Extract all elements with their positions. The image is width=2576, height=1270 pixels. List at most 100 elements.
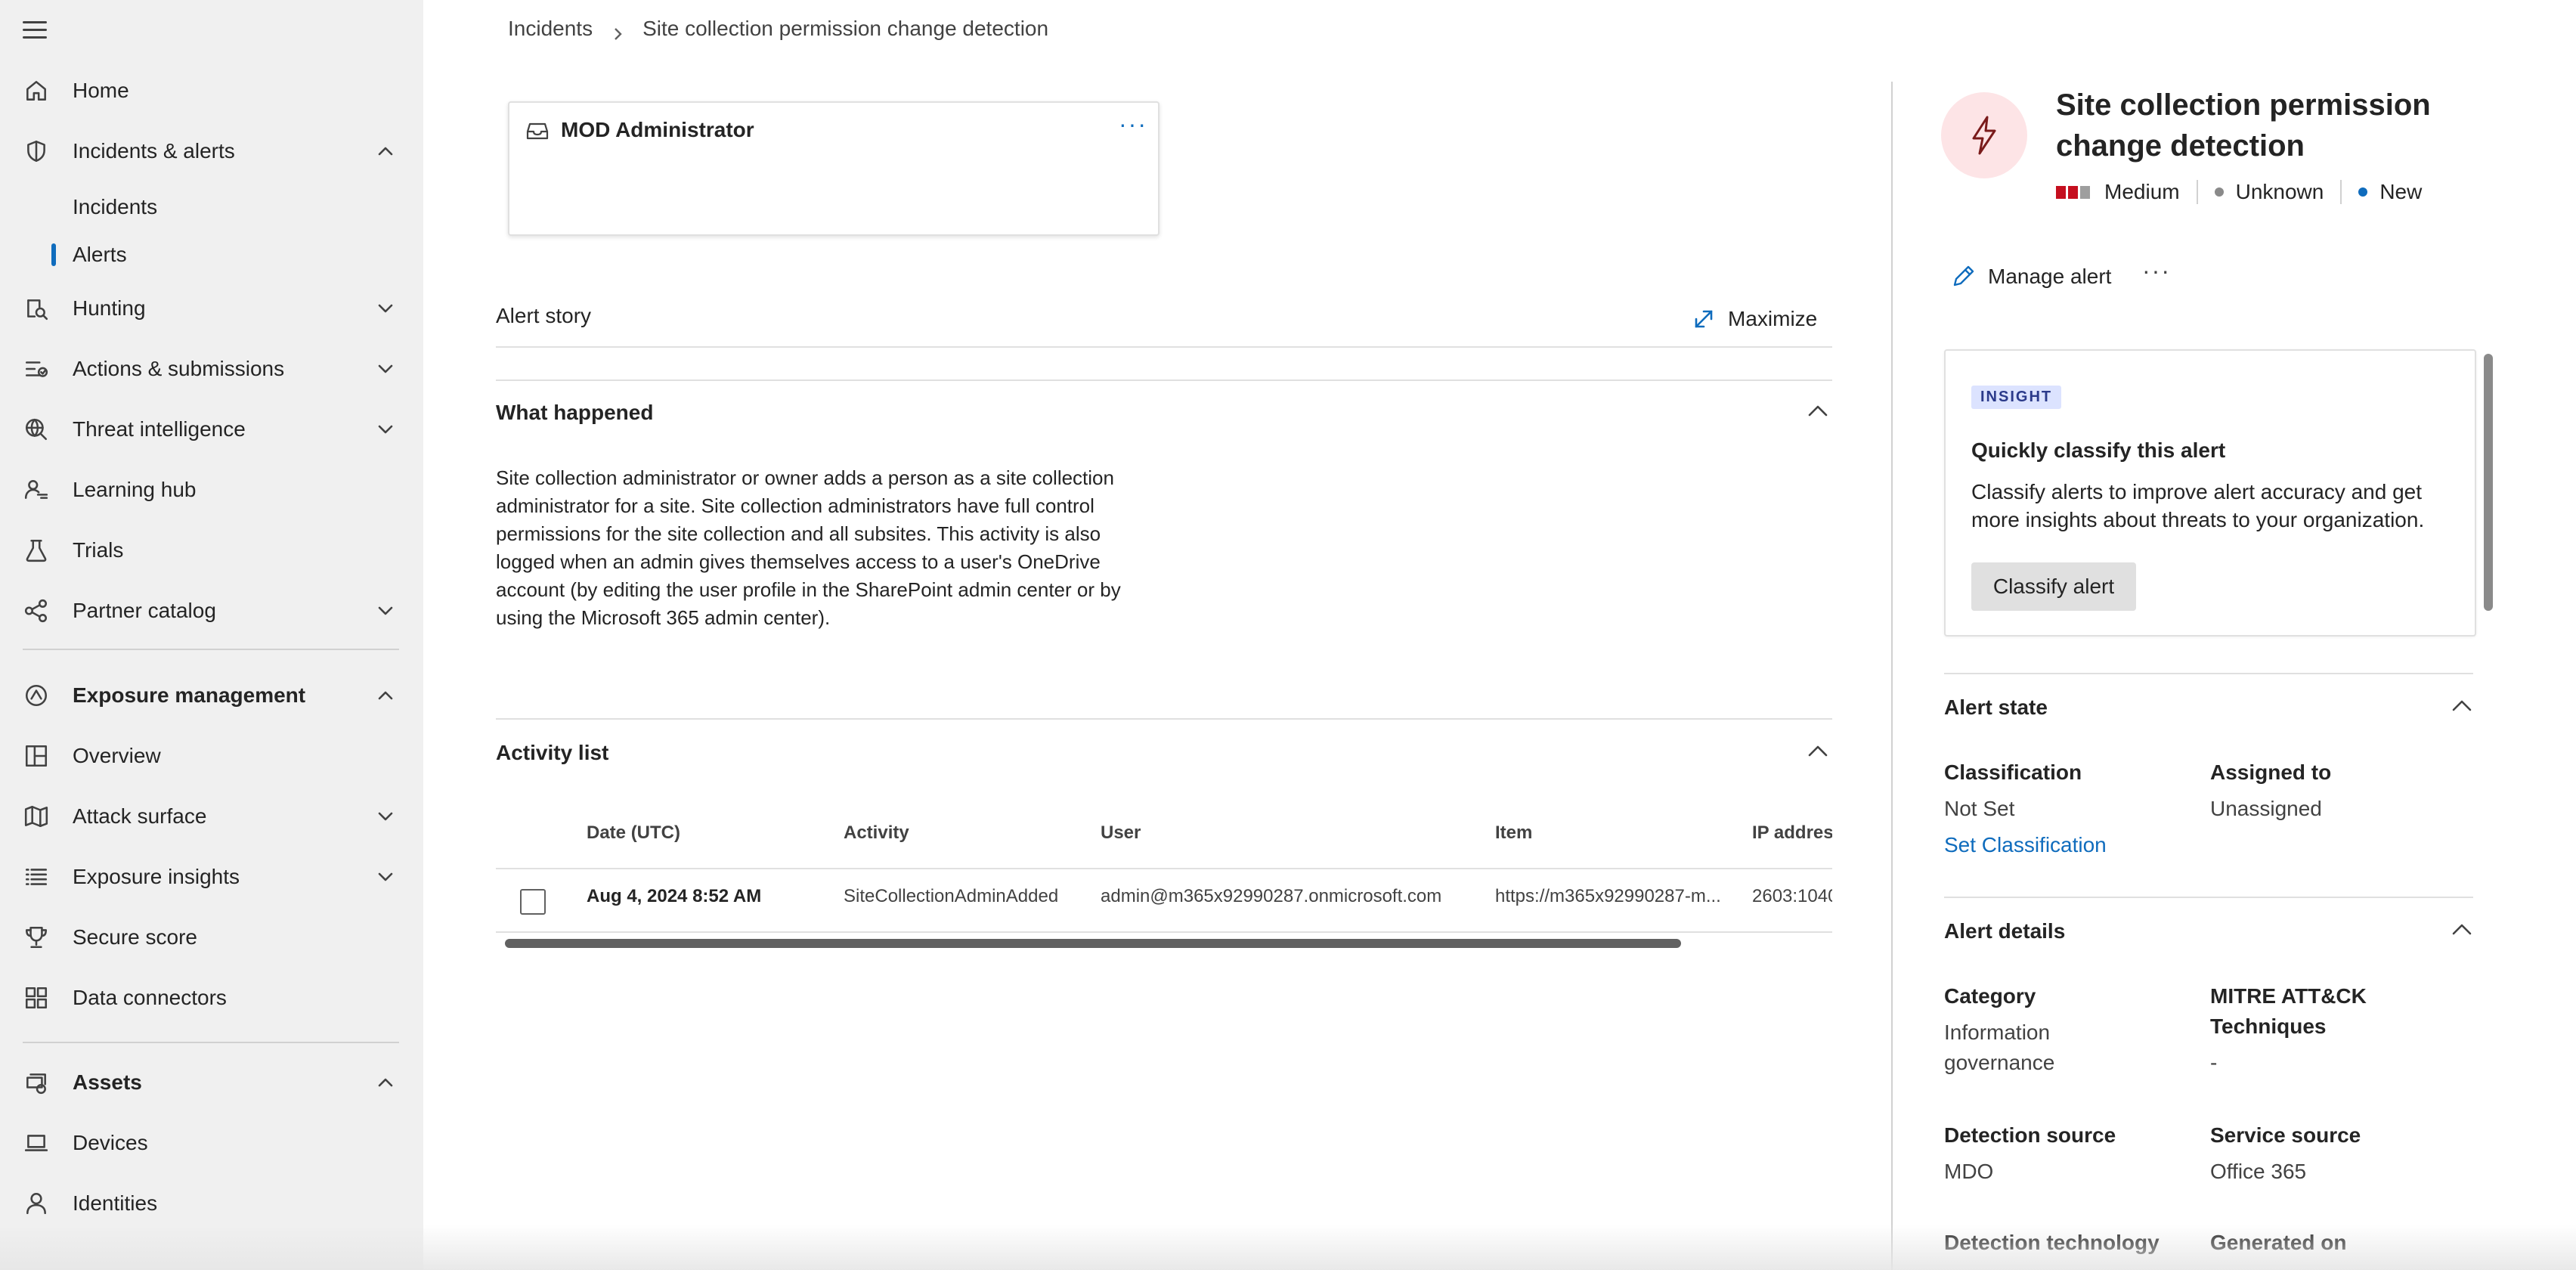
manage-alert-button[interactable]: Manage alert [1950,262,2111,292]
chevron-down-icon[interactable] [375,419,396,440]
learning-hub-icon [23,476,50,503]
determination-label: Unknown [2235,180,2324,203]
alert-icon [1941,92,2027,178]
maximize-button[interactable]: Maximize [1692,304,1817,334]
sidebar-item-overview[interactable]: Overview [0,732,423,780]
sidebar-item-trials[interactable]: Trials [0,526,423,575]
sidebar-item-secure-score[interactable]: Secure score [0,913,423,962]
sidebar-item-label: Trials [73,538,124,562]
status-dot-icon [2214,187,2224,197]
classify-alert-button[interactable]: Classify alert [1971,562,2136,611]
detection-technology-label: Detection technology [1944,1231,2160,1254]
card-title: MOD Administrator [561,118,754,141]
scrollbar-thumb[interactable] [505,939,1681,948]
chevron-up-icon[interactable] [1805,738,1831,764]
sidebar-item-identities[interactable]: Identities [0,1179,423,1228]
sidebar-item-attack-surface[interactable]: Attack surface [0,792,423,841]
chevron-down-icon[interactable] [375,600,396,621]
hamburger-menu-icon[interactable] [23,18,50,42]
column-header-date[interactable]: Date (UTC) [587,822,680,844]
chevron-down-icon[interactable] [375,806,396,827]
person-icon [23,1190,50,1217]
chevron-down-icon[interactable] [375,358,396,379]
detection-source-value: MDO [1944,1160,1994,1183]
alert-details-title: Alert details [1944,919,2066,943]
sidebar-item-label: Actions & submissions [73,357,285,380]
sidebar-item-data-connectors[interactable]: Data connectors [0,974,423,1022]
category-label: Category [1944,984,2036,1008]
sidebar-item-label: Incidents [73,195,158,218]
sidebar-item-label: Hunting [73,296,146,320]
sidebar-item-exposure-insights[interactable]: Exposure insights [0,853,423,901]
column-header-activity[interactable]: Activity [844,822,909,844]
chevron-up-icon[interactable] [1805,398,1831,423]
sidebar-item-label: Alerts [73,243,127,266]
maximize-label: Maximize [1728,307,1818,330]
vertical-scrollbar[interactable] [2484,354,2493,611]
sidebar-item-learning-hub[interactable]: Learning hub [0,466,423,514]
more-options-icon[interactable]: ··· [1119,110,1147,138]
mitre-value: - [2210,1051,2218,1074]
breadcrumb-incidents-link[interactable]: Incidents [508,17,593,41]
mitre-label: MITRE ATT&CK Techniques [2210,984,2367,1038]
sidebar-item-label: Exposure insights [73,865,240,888]
set-classification-link[interactable]: Set Classification [1944,833,2107,857]
trophy-icon [23,924,50,951]
sidebar-item-label: Data connectors [73,986,227,1009]
column-header-ip-address[interactable]: IP address [1752,822,1832,844]
chevron-up-icon[interactable] [2449,692,2475,718]
sidebar-item-exposure-management[interactable]: Exposure management [0,671,423,720]
insight-card: INSIGHT Quickly classify this alert Clas… [1944,349,2476,637]
alert-story-title: Alert story [496,304,592,327]
row-checkbox[interactable] [520,889,546,915]
mailbox-icon [526,119,549,142]
horizontal-scrollbar[interactable] [496,936,1832,951]
alert-meta: Medium Unknown New [2056,177,2422,207]
trials-icon [23,537,50,564]
chevron-up-icon[interactable] [2449,916,2475,942]
chevron-down-icon[interactable] [375,866,396,887]
classification-label: Classification [1944,760,2082,784]
sidebar-item-hunting[interactable]: Hunting [0,284,423,333]
sidebar-item-alerts[interactable]: Alerts [0,231,423,279]
severity-label: Medium [2104,180,2180,203]
sidebar-item-devices[interactable]: Devices [0,1119,423,1167]
sidebar-item-threat-intelligence[interactable]: Threat intelligence [0,405,423,454]
active-indicator [51,243,56,266]
divider [496,718,1832,720]
chevron-up-icon[interactable] [375,1072,396,1093]
assigned-to-value: Unassigned [2210,797,2322,820]
column-header-item[interactable]: Item [1495,822,1532,844]
service-source-value: Office 365 [2210,1160,2307,1183]
sidebar-item-incidents[interactable]: Incidents [0,183,423,231]
threat-intelligence-icon [23,416,50,443]
entity-card[interactable]: MOD Administrator ··· [508,101,1160,236]
alert-title: Site collection permission change detect… [2056,88,2431,163]
chevron-down-icon[interactable] [375,298,396,319]
status-label: New [2379,180,2423,203]
laptop-icon [23,1129,50,1157]
assigned-to-label: Assigned to [2210,760,2332,784]
chevron-up-icon[interactable] [375,141,396,162]
alert-state-title: Alert state [1944,695,2048,719]
sidebar-item-partner-catalog[interactable]: Partner catalog [0,587,423,635]
sidebar-item-label: Overview [73,744,161,767]
sidebar-item-assets[interactable]: Assets [0,1058,423,1107]
sidebar-item-actions-submissions[interactable]: Actions & submissions [0,345,423,393]
partner-catalog-icon [23,597,50,624]
service-source-label: Service source [2210,1123,2361,1147]
breadcrumb: Incidents Site collection permission cha… [508,14,1048,44]
more-options-icon[interactable]: ··· [2142,257,2171,285]
divider [1944,673,2473,674]
sidebar-item-label: Exposure management [73,683,306,707]
what-happened-description: Site collection administrator or owner a… [496,466,1121,629]
sidebar-item-label: Threat intelligence [73,417,246,441]
divider [496,379,1832,381]
sidebar-item-home[interactable]: Home [0,67,423,115]
sidebar-item-label: Home [73,79,129,102]
column-header-user[interactable]: User [1101,822,1141,844]
sidebar-item-incidents-alerts[interactable]: Incidents & alerts [0,127,423,175]
chevron-up-icon[interactable] [375,685,396,706]
pencil-icon [1953,265,1974,287]
status-dot-icon [2358,187,2368,197]
